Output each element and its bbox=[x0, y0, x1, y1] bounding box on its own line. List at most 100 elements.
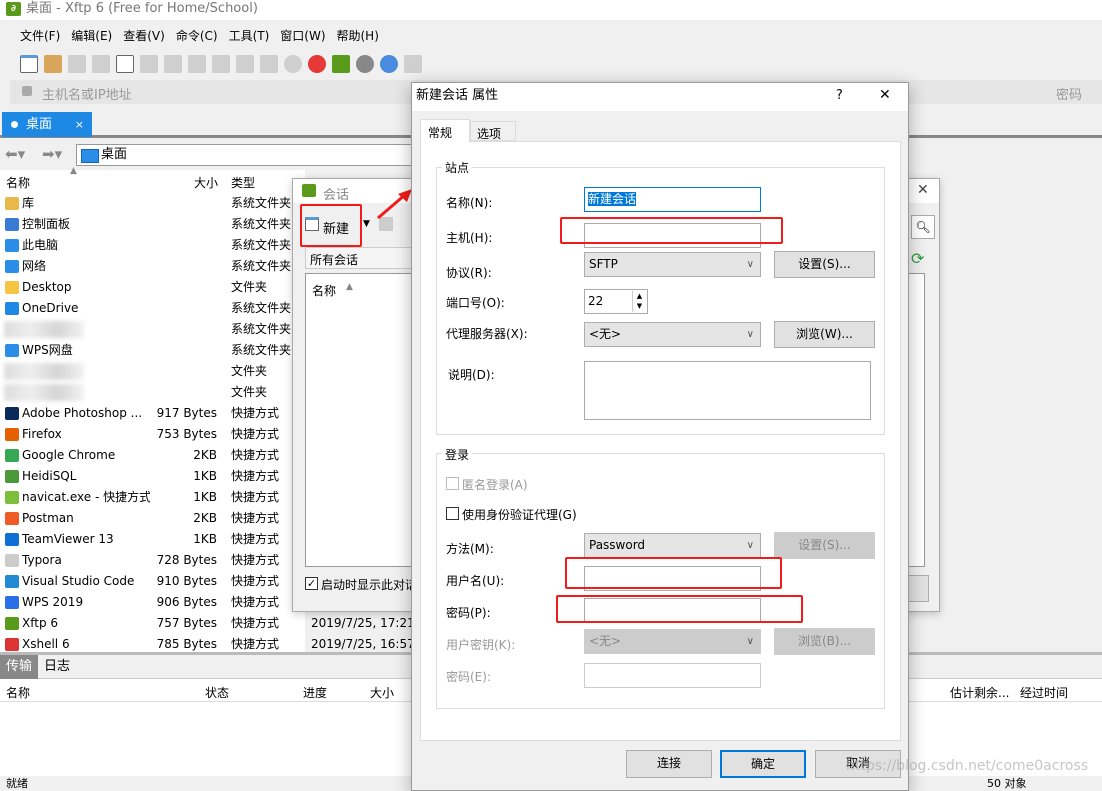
close-icon[interactable]: ✕ bbox=[917, 182, 929, 198]
passphrase-input[interactable] bbox=[584, 663, 761, 688]
file-row[interactable]: 控制面板 系统文件夹 bbox=[0, 214, 305, 235]
file-type: 快捷方式 bbox=[231, 511, 280, 525]
file-icon bbox=[5, 596, 19, 609]
column-size[interactable]: 大小 bbox=[194, 174, 218, 191]
file-row[interactable]: Xftp 6 757 Bytes 快捷方式 2019/7/25, 17:21 bbox=[0, 613, 415, 634]
xshell-icon[interactable] bbox=[308, 55, 326, 73]
file-row[interactable]: TeamViewer 13 1KB 快捷方式 bbox=[0, 529, 305, 550]
download-icon[interactable] bbox=[188, 55, 206, 73]
tab-log[interactable]: 日志 bbox=[38, 655, 76, 679]
column-name[interactable]: 名称 bbox=[6, 174, 30, 191]
file-row[interactable]: Google Chrome 2KB 快捷方式 bbox=[0, 445, 305, 466]
menu-window[interactable]: 窗口(W) bbox=[280, 29, 325, 43]
xftp-icon[interactable] bbox=[332, 55, 350, 73]
menu-help[interactable]: 帮助(H) bbox=[337, 29, 379, 43]
back-arrow-icon[interactable]: ⬅▾ bbox=[5, 145, 25, 163]
session-folder[interactable]: 所有会话 bbox=[305, 247, 425, 269]
col-size[interactable]: 大小 bbox=[370, 684, 394, 701]
gear-icon[interactable] bbox=[356, 55, 374, 73]
file-row[interactable]: Firefox 753 Bytes 快捷方式 bbox=[0, 424, 305, 445]
port-spinner[interactable]: 22 ▲ ▼ bbox=[584, 289, 648, 314]
method-select[interactable]: Password ∨ bbox=[584, 533, 761, 558]
user-key-select[interactable]: <无> ∨ bbox=[584, 629, 761, 654]
file-row[interactable]: Desktop 文件夹 bbox=[0, 277, 305, 298]
chevron-down-icon[interactable]: ▼ bbox=[363, 219, 370, 229]
new-session-icon[interactable] bbox=[20, 55, 38, 73]
name-input[interactable]: 新建会话 bbox=[584, 187, 761, 212]
spinner-arrows-icon[interactable]: ▲ ▼ bbox=[632, 291, 646, 312]
description-textarea[interactable] bbox=[584, 361, 871, 420]
session-settings-icon[interactable] bbox=[116, 55, 134, 73]
column-type[interactable]: 类型 bbox=[231, 174, 255, 191]
status-text: 就绪 bbox=[6, 777, 28, 790]
col-eta[interactable]: 估计剩余... bbox=[950, 684, 1009, 701]
refresh-icon[interactable]: ⟳ bbox=[911, 249, 924, 268]
ok-button[interactable]: 确定 bbox=[720, 750, 806, 778]
upload-icon[interactable] bbox=[164, 55, 182, 73]
auth-agent-checkbox[interactable] bbox=[446, 507, 459, 520]
proxy-select[interactable]: <无> ∨ bbox=[584, 322, 761, 347]
file-row[interactable]: HeidiSQL 1KB 快捷方式 bbox=[0, 466, 305, 487]
tab-general[interactable]: 常规 bbox=[420, 119, 470, 142]
chat-icon[interactable] bbox=[404, 55, 422, 73]
play-icon[interactable] bbox=[140, 55, 158, 73]
tab-close-icon[interactable]: × bbox=[75, 112, 84, 137]
file-row[interactable]: Visual Studio Code 910 Bytes 快捷方式 bbox=[0, 571, 305, 592]
tab-transfer[interactable]: 传输 bbox=[0, 655, 39, 679]
menu-bar: 文件(F) 编辑(E) 查看(V) 命令(C) 工具(T) 窗口(W) 帮助(H) bbox=[10, 26, 380, 46]
open-folder-icon[interactable] bbox=[44, 55, 62, 73]
user-key-browse-button[interactable]: 浏览(B)... bbox=[774, 628, 875, 655]
menu-command[interactable]: 命令(C) bbox=[176, 29, 218, 43]
disconnect-icon[interactable] bbox=[92, 55, 110, 73]
col-progress[interactable]: 进度 bbox=[303, 684, 327, 701]
tab-options[interactable]: 选项 bbox=[470, 121, 516, 141]
file-row[interactable]: Adobe Photoshop ... 917 Bytes 快捷方式 bbox=[0, 403, 305, 424]
protocol-value: SFTP bbox=[589, 257, 618, 271]
connect-icon[interactable] bbox=[68, 55, 86, 73]
file-row[interactable]: Postman 2KB 快捷方式 bbox=[0, 508, 305, 529]
file-row[interactable]: WPS 2019 906 Bytes 快捷方式 bbox=[0, 592, 305, 613]
file-icon bbox=[5, 638, 19, 651]
method-settings-button[interactable]: 设置(S)... bbox=[774, 532, 875, 559]
file-type: 快捷方式 bbox=[231, 469, 280, 483]
menu-edit[interactable]: 编辑(E) bbox=[71, 29, 112, 43]
transfer-icon[interactable] bbox=[212, 55, 230, 73]
file-row[interactable]: 文件夹 bbox=[0, 382, 305, 403]
col-elapsed[interactable]: 经过时间 bbox=[1020, 684, 1068, 701]
col-name[interactable]: 名称 bbox=[6, 684, 30, 701]
proxy-browse-button[interactable]: 浏览(W)... bbox=[774, 321, 875, 348]
file-row[interactable]: 库 系统文件夹 bbox=[0, 193, 305, 214]
host-address-input[interactable]: 主机名或IP地址 bbox=[42, 84, 132, 103]
file-row[interactable]: 文件夹 bbox=[0, 361, 305, 382]
menu-tools[interactable]: 工具(T) bbox=[229, 29, 270, 43]
menu-view[interactable]: 查看(V) bbox=[123, 29, 165, 43]
copy-icon[interactable] bbox=[236, 55, 254, 73]
file-row[interactable]: 网络 系统文件夹 bbox=[0, 256, 305, 277]
forward-arrow-icon[interactable]: ➡▾ bbox=[42, 145, 62, 163]
file-size: 757 Bytes bbox=[156, 616, 217, 630]
file-row[interactable]: navicat.exe - 快捷方式 1KB 快捷方式 bbox=[0, 487, 305, 508]
paste-icon[interactable] bbox=[260, 55, 278, 73]
file-row[interactable]: WPS网盘 系统文件夹 bbox=[0, 340, 305, 361]
protocol-settings-button[interactable]: 设置(S)... bbox=[774, 251, 875, 278]
path-input[interactable]: 桌面 bbox=[76, 144, 416, 166]
file-name: Xftp 6 bbox=[22, 616, 59, 630]
file-row[interactable]: OneDrive 系统文件夹 bbox=[0, 298, 305, 319]
file-row[interactable]: 系统文件夹 bbox=[0, 319, 305, 340]
file-row[interactable]: Typora 728 Bytes 快捷方式 bbox=[0, 550, 305, 571]
anonymous-checkbox[interactable] bbox=[446, 477, 459, 490]
search-icon[interactable]: 🔍︎ bbox=[911, 215, 935, 239]
menu-file[interactable]: 文件(F) bbox=[20, 29, 60, 43]
connect-button[interactable]: 连接 bbox=[626, 750, 712, 778]
protocol-select[interactable]: SFTP ∨ bbox=[584, 252, 761, 277]
show-on-startup-checkbox[interactable]: ✓ bbox=[305, 577, 318, 590]
blurred-item bbox=[4, 363, 84, 380]
help-icon[interactable] bbox=[380, 55, 398, 73]
tab-desktop[interactable]: 桌面 × bbox=[2, 112, 92, 137]
status-icon[interactable] bbox=[284, 55, 302, 73]
close-button[interactable]: ✕ bbox=[879, 87, 891, 103]
help-button[interactable]: ? bbox=[836, 88, 843, 103]
column-name[interactable]: 名称 bbox=[312, 282, 336, 299]
file-row[interactable]: 此电脑 系统文件夹 bbox=[0, 235, 305, 256]
col-status[interactable]: 状态 bbox=[205, 684, 229, 701]
